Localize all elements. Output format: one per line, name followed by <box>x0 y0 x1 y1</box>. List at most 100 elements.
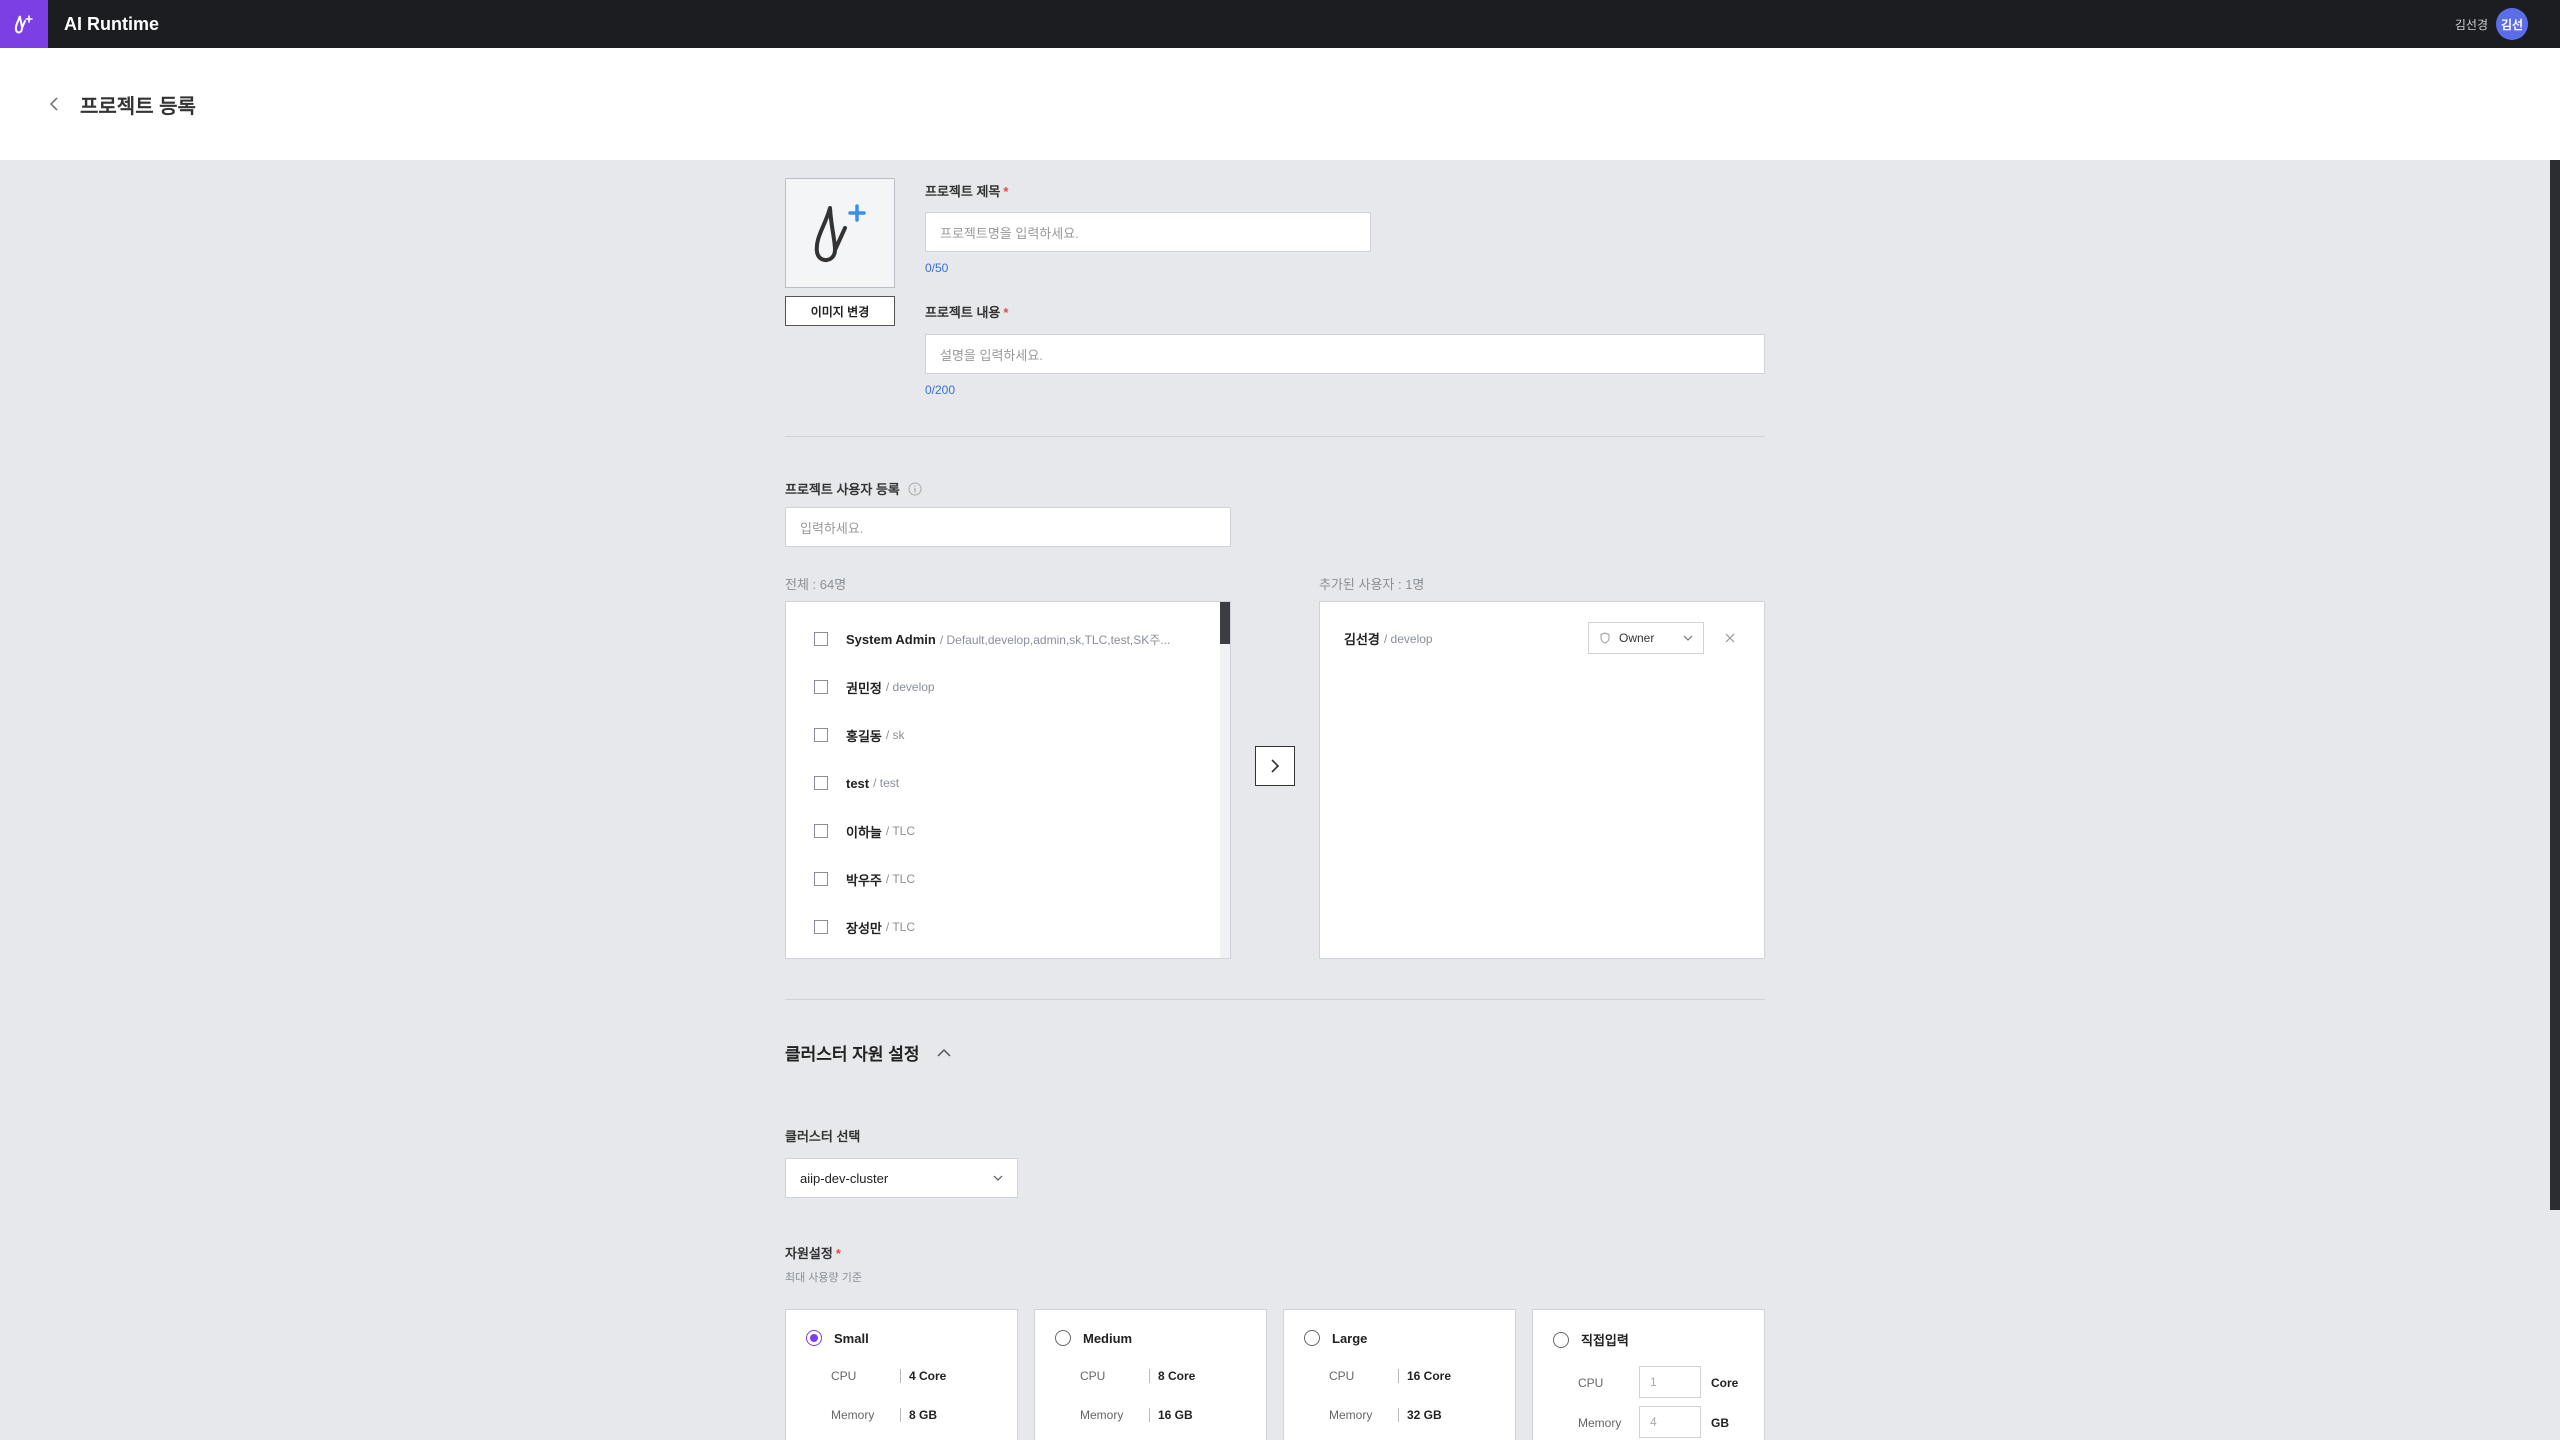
user-list-item[interactable]: System Admin / Default,develop,admin,sk,T… <box>814 629 1170 649</box>
user-group: / Default,develop,admin,sk,TLC,test,SK주.… <box>939 632 1171 647</box>
role-select-value: Owner <box>1619 631 1655 645</box>
app-logo-icon[interactable] <box>0 0 48 48</box>
user-name: System Admin <box>846 631 936 647</box>
users-section-label-text: 프로젝트 사용자 등록 <box>785 482 900 497</box>
resource-option-medium[interactable]: Medium <box>1055 1330 1132 1346</box>
total-users-count: 전체 : 64명 <box>785 577 847 592</box>
chevron-down-icon <box>1683 635 1693 641</box>
remove-user-button[interactable] <box>1722 630 1738 646</box>
project-description-input[interactable]: 설명을 입력하세요. <box>925 334 1765 374</box>
user-name: 이하늘 <box>846 824 882 840</box>
required-mark: * <box>1003 184 1009 199</box>
info-icon <box>908 482 922 495</box>
page-scrollbar-thumb[interactable] <box>2550 160 2560 1210</box>
section-divider <box>785 999 1765 1000</box>
radio-button[interactable] <box>806 1330 822 1346</box>
user-checkbox[interactable] <box>814 728 828 742</box>
role-select[interactable]: Owner <box>1588 622 1704 654</box>
resource-card-large[interactable]: Large CPU 16 Core Memory 32 GB <box>1283 1309 1516 1440</box>
resource-card-small[interactable]: Small CPU 4 Core Memory 8 GB <box>785 1309 1018 1440</box>
resource-card-medium[interactable]: Medium CPU 8 Core Memory 16 GB <box>1034 1309 1267 1440</box>
added-user-item: 김선경 / develop <box>1344 629 1433 648</box>
user-list-item[interactable]: 권민정 / develop <box>814 677 935 697</box>
chevron-down-icon <box>993 1175 1003 1181</box>
description-label: 프로젝트 내용 * <box>925 302 1008 321</box>
cpu-unit: Core <box>1711 1376 1739 1390</box>
resource-label: 자원설정 * <box>785 1243 841 1262</box>
memory-label: Memory <box>1578 1416 1622 1430</box>
cpu-value: 16 Core <box>1398 1369 1451 1383</box>
user-list-item[interactable]: 이하늘 / TLC <box>814 821 915 841</box>
user-menu[interactable]: 김선경 김선 <box>2455 0 2528 48</box>
user-name: 홍길동 <box>846 728 882 744</box>
card-title: Large <box>1332 1330 1368 1346</box>
user-list-item[interactable]: 장성만 / TLC <box>814 917 915 937</box>
user-group: / TLC <box>885 920 916 934</box>
page-header: 프로젝트 등록 <box>0 48 2560 160</box>
user-name: 박우주 <box>846 872 882 888</box>
project-logo-icon <box>814 204 866 262</box>
memory-value: 8 GB <box>900 1408 937 1422</box>
card-title: Medium <box>1083 1330 1133 1346</box>
added-user-name: 김선경 <box>1344 632 1380 647</box>
resource-card-custom[interactable]: 직접입력 CPU 1 Core Memory 4 GB <box>1532 1309 1765 1440</box>
resource-hint: 최대 사용량 기준 <box>785 1272 862 1284</box>
cluster-select[interactable]: aiip-dev-cluster <box>785 1158 1018 1198</box>
user-list-item[interactable]: test / test <box>814 773 899 793</box>
add-user-button[interactable] <box>1255 746 1295 786</box>
cpu-value: 8 Core <box>1149 1369 1195 1383</box>
required-mark: * <box>1003 305 1009 320</box>
radio-button[interactable] <box>1304 1330 1320 1346</box>
cpu-value: 4 Core <box>900 1369 946 1383</box>
required-mark: * <box>835 1246 841 1261</box>
user-list-scrollbar-thumb[interactable] <box>1220 602 1230 644</box>
memory-label: Memory <box>1080 1408 1124 1422</box>
page-title: 프로젝트 등록 <box>80 95 196 118</box>
radio-button[interactable] <box>1055 1330 1071 1346</box>
cluster-section-toggle[interactable]: 클러스터 자원 설정 <box>785 1040 952 1065</box>
added-users-panel: 김선경 / develop Owner <box>1319 601 1765 959</box>
user-group: / TLC <box>885 824 916 838</box>
resource-option-custom[interactable]: 직접입력 <box>1553 1330 1629 1349</box>
card-title: 직접입력 <box>1581 1333 1629 1348</box>
description-label-text: 프로젝트 내용 <box>925 305 1001 320</box>
cluster-select-label: 클러스터 선택 <box>785 1129 861 1144</box>
title-label-text: 프로젝트 제목 <box>925 184 1001 199</box>
app-title: AI Runtime <box>64 13 160 34</box>
user-group: / test <box>873 776 900 790</box>
user-checkbox[interactable] <box>814 824 828 838</box>
user-checkbox[interactable] <box>814 776 828 790</box>
memory-value: 32 GB <box>1398 1408 1442 1422</box>
chevron-left-icon <box>49 97 58 111</box>
users-section-label: 프로젝트 사용자 등록 <box>785 479 922 498</box>
project-image <box>785 178 895 288</box>
card-title: Small <box>834 1330 869 1346</box>
user-name: 김선경 <box>2454 17 2488 32</box>
user-checkbox[interactable] <box>814 680 828 694</box>
close-icon <box>1725 633 1735 643</box>
user-checkbox[interactable] <box>814 632 828 646</box>
chevron-right-icon <box>1271 759 1280 773</box>
resource-option-large[interactable]: Large <box>1304 1330 1367 1346</box>
user-search-input[interactable]: 입력하세요. <box>785 507 1231 547</box>
added-user-group: / develop <box>1383 631 1433 646</box>
memory-input[interactable]: 4 <box>1639 1406 1701 1438</box>
cpu-input[interactable]: 1 <box>1639 1366 1701 1398</box>
change-image-button[interactable]: 이미지 변경 <box>785 296 895 326</box>
user-group: / sk <box>885 728 905 742</box>
user-list-item[interactable]: 박우주 / TLC <box>814 869 915 889</box>
user-list-scrollbar-track[interactable] <box>1220 602 1230 958</box>
project-title-input[interactable]: 프로젝트명을 입력하세요. <box>925 212 1371 252</box>
resource-option-small[interactable]: Small <box>806 1330 869 1346</box>
avatar[interactable]: 김선 <box>2496 8 2528 40</box>
back-button[interactable] <box>44 94 64 114</box>
title-counter: 0/50 <box>925 261 949 275</box>
cpu-label: CPU <box>1329 1369 1355 1383</box>
radio-button[interactable] <box>1553 1331 1569 1348</box>
user-list-item[interactable]: 홍길동 / sk <box>814 725 905 745</box>
title-label: 프로젝트 제목 * <box>925 181 1008 200</box>
user-name: test <box>846 775 870 791</box>
description-counter: 0/200 <box>925 383 956 397</box>
user-checkbox[interactable] <box>814 920 828 934</box>
user-checkbox[interactable] <box>814 872 828 886</box>
